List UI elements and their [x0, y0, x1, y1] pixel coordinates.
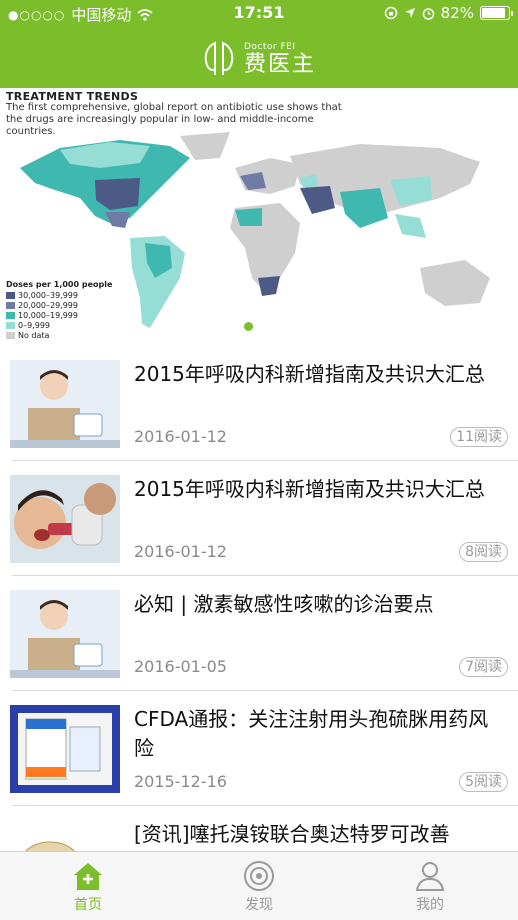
article-date: 2016-01-05: [134, 657, 227, 676]
legend-row: 0–9,999: [6, 320, 112, 330]
article-thumbnail: [10, 475, 120, 563]
legend-row: 30,000–39,999: [6, 290, 112, 300]
top-bar: ●○○○○ 中国移动 17:51 82% Doctor FEI 费医主: [0, 0, 518, 88]
tab-mine[interactable]: 我的: [370, 852, 490, 920]
carousel-page-indicator[interactable]: [244, 322, 253, 331]
brand-english: Doctor FEI: [243, 41, 296, 52]
article-title: 2015年呼吸内科新增指南及共识大汇总: [134, 477, 485, 501]
article-date: 2015-12-16: [134, 772, 227, 791]
tab-home[interactable]: 首页: [28, 852, 148, 920]
article-title: [资讯]噻托溴铵联合奥达特罗可改善: [134, 822, 450, 846]
user-icon: [415, 862, 445, 891]
article-title: 必知 | 激素敏感性咳嗽的诊治要点: [134, 592, 434, 616]
read-count-badge: 8阅读: [459, 542, 508, 562]
tab-discover-label: 发现: [245, 897, 273, 913]
legend-row: 10,000–19,999: [6, 310, 112, 320]
home-icon: [74, 863, 102, 890]
battery-icon: [480, 6, 513, 20]
list-item[interactable]: CFDA通报：关注注射用头孢硫脒用药风险 2015-12-16 5阅读: [0, 691, 518, 806]
discover-icon: [244, 861, 274, 891]
tab-discover[interactable]: 发现: [199, 852, 319, 920]
article-thumbnail: [10, 360, 120, 448]
tab-bar: 首页 发现 我的: [0, 851, 518, 920]
article-list: 2015年呼吸内科新增指南及共识大汇总 2016-01-12 11阅读 2015…: [0, 346, 518, 920]
article-thumbnail: [10, 590, 120, 678]
logo-mark-icon: [204, 41, 234, 75]
rotation-lock-icon: [384, 6, 397, 20]
map-legend: Doses per 1,000 people 30,000–39,999 20,…: [6, 280, 112, 340]
brand-chinese: 费医主: [243, 51, 316, 77]
app-logo: Doctor FEI 费医主: [0, 38, 518, 80]
read-count-badge: 11阅读: [450, 427, 508, 447]
article-title: 2015年呼吸内科新增指南及共识大汇总: [134, 362, 485, 386]
article-date: 2016-01-12: [134, 542, 227, 561]
read-count-badge: 5阅读: [459, 772, 508, 792]
legend-title: Doses per 1,000 people: [6, 280, 113, 289]
alarm-icon: [422, 7, 434, 20]
battery-percent: 82%: [440, 4, 474, 22]
legend-row: 20,000–29,999: [6, 300, 112, 310]
banner-carousel[interactable]: TREATMENT TRENDS The first comprehensive…: [0, 88, 518, 342]
article-thumbnail: [10, 705, 120, 793]
location-icon: [404, 8, 415, 18]
article-date: 2016-01-12: [134, 427, 227, 446]
tab-home-label: 首页: [74, 897, 102, 913]
tab-mine-label: 我的: [416, 897, 444, 913]
list-item[interactable]: 2015年呼吸内科新增指南及共识大汇总 2016-01-12 8阅读: [0, 461, 518, 576]
legend-row: No data: [6, 330, 112, 340]
article-title: CFDA通报：关注注射用头孢硫脒用药风险: [134, 707, 489, 760]
status-bar: ●○○○○ 中国移动 17:51 82%: [0, 0, 518, 28]
read-count-badge: 7阅读: [459, 657, 508, 677]
list-item[interactable]: 必知 | 激素敏感性咳嗽的诊治要点 2016-01-05 7阅读: [0, 576, 518, 691]
list-item[interactable]: 2015年呼吸内科新增指南及共识大汇总 2016-01-12 11阅读: [0, 346, 518, 461]
